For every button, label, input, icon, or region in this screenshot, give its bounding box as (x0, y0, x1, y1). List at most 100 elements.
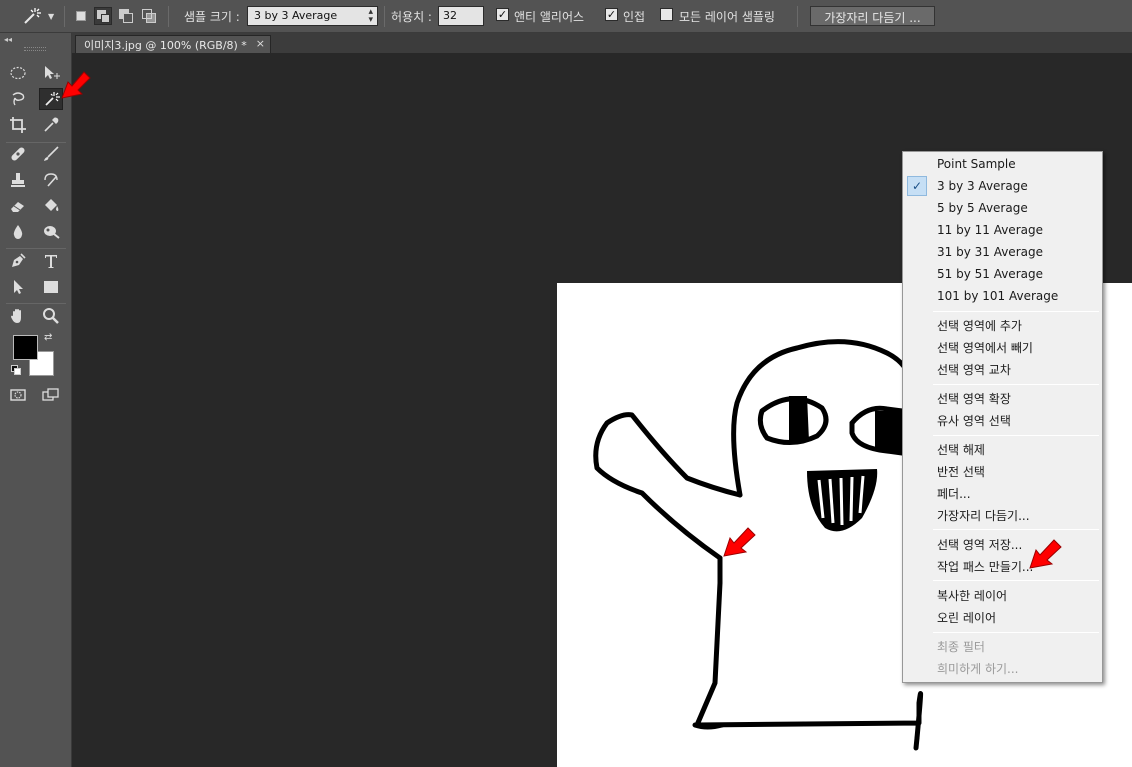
screen-mode-icon (42, 388, 59, 401)
sample-all-layers-label: 모든 레이어 샘플링 (679, 10, 775, 24)
menu-separator (933, 435, 1099, 436)
menu-item-select-similar[interactable]: 유사 영역 선택 (937, 412, 1011, 429)
options-bar: ▼ 샘플 크기 : 3 by 3 Average ▴ ▾ 허용치 : 32 ✓ 앤… (0, 0, 1132, 33)
checkmark-icon: ✓ (497, 8, 508, 21)
menu-separator (933, 580, 1099, 581)
foreground-color-swatch[interactable] (13, 335, 38, 360)
menu-item-point-sample[interactable]: Point Sample (937, 157, 1016, 171)
default-colors-icon[interactable] (11, 365, 21, 375)
menu-item-last-filter: 최종 필터 (937, 640, 985, 654)
magnifier-icon (43, 308, 59, 324)
crop-icon (10, 117, 26, 133)
menu-item-layer-via-cut[interactable]: 오린 레이어 (937, 609, 996, 626)
menu-item-layer-via-copy[interactable]: 복사한 레이어 (937, 587, 1007, 604)
collapse-panel-icon[interactable]: ◂◂ (4, 35, 12, 44)
rectangle-tool[interactable] (39, 276, 63, 298)
hand-icon (11, 309, 21, 323)
menu-item-select-inverse[interactable]: 반전 선택 (937, 463, 985, 480)
menu-item-grow-selection[interactable]: 선택 영역 확장 (937, 390, 1011, 407)
menu-item-101-by-101-average[interactable]: 101 by 101 Average (937, 289, 1058, 303)
checkmark-icon: ✓ (907, 176, 927, 196)
contiguous-checkbox[interactable]: ✓ (605, 8, 618, 21)
menu-item-subtract-from-selection[interactable]: 선택 영역에서 빼기 (937, 339, 1033, 356)
chevron-down-icon: ▼ (48, 12, 55, 21)
menu-separator (933, 632, 1099, 633)
new-selection-icon (76, 11, 86, 21)
eyedropper-icon (44, 117, 59, 132)
blur-tool[interactable] (6, 221, 30, 243)
menu-item-make-work-path[interactable]: 작업 패스 만들기... (937, 558, 1033, 575)
clone-stamp-tool[interactable] (6, 169, 30, 191)
menu-item-51-by-51-average[interactable]: 51 by 51 Average (937, 267, 1043, 281)
menu-item-31-by-31-average[interactable]: 31 by 31 Average (937, 245, 1043, 259)
subtract-from-selection-button[interactable] (117, 7, 135, 25)
bandage-icon (11, 147, 25, 161)
pen-icon (12, 253, 26, 267)
pen-tool[interactable] (6, 250, 30, 272)
menu-item-deselect[interactable]: 선택 해제 (937, 441, 985, 458)
stamp-icon (11, 173, 25, 187)
document-tab-bar: 이미지3.jpg @ 100% (RGB/8) * × (72, 33, 1132, 53)
annotation-arrow-icon (61, 71, 91, 99)
history-brush-tool[interactable] (39, 169, 63, 191)
paint-bucket-tool[interactable] (39, 195, 63, 217)
dodge-icon (44, 226, 60, 239)
dodge-tool[interactable] (39, 221, 63, 243)
tools-panel: ◂◂ ⇄ (0, 33, 72, 767)
close-tab-icon[interactable]: × (256, 37, 265, 50)
magic-wand-icon (24, 8, 41, 24)
annotation-arrow-icon (1029, 539, 1062, 569)
screen-mode-button[interactable] (39, 384, 63, 406)
sample-size-select[interactable]: 3 by 3 Average ▴ ▾ (247, 6, 378, 26)
panel-grip[interactable] (24, 47, 46, 51)
lasso-tool[interactable] (6, 88, 30, 110)
sample-size-label: 샘플 크기 : (184, 10, 240, 24)
checkmark-icon: ✓ (606, 8, 617, 21)
arrow-pointer-icon (14, 280, 23, 294)
document-title: 이미지3.jpg @ 100% (RGB/8) * (84, 39, 247, 52)
tolerance-input[interactable]: 32 (438, 6, 484, 26)
paint-bucket-icon (45, 199, 59, 211)
anti-alias-checkbox[interactable]: ✓ (496, 8, 509, 21)
eraser-tool[interactable] (6, 195, 30, 217)
menu-item-fade: 희미하게 하기... (937, 662, 1019, 676)
menu-item-11-by-11-average[interactable]: 11 by 11 Average (937, 223, 1043, 237)
annotation-arrow-icon (723, 527, 756, 557)
menu-item-save-selection[interactable]: 선택 영역 저장... (937, 536, 1022, 553)
eyedropper-tool[interactable] (39, 114, 63, 136)
eraser-icon (11, 202, 24, 212)
menu-item-add-to-selection[interactable]: 선택 영역에 추가 (937, 317, 1022, 334)
zoom-tool[interactable] (39, 305, 63, 327)
menu-item-5-by-5-average[interactable]: 5 by 5 Average (937, 201, 1028, 215)
anti-alias-label: 앤티 앨리어스 (514, 10, 585, 24)
sample-size-value: 3 by 3 Average (254, 9, 338, 22)
menu-separator (933, 529, 1099, 530)
sample-all-layers-checkbox[interactable] (660, 8, 673, 21)
brush-tool[interactable] (39, 143, 63, 165)
crop-tool[interactable] (6, 114, 30, 136)
menu-item-intersect-selection[interactable]: 선택 영역 교차 (937, 361, 1011, 378)
context-menu: ✓ Point Sample 3 by 3 Average 5 by 5 Ave… (902, 151, 1103, 683)
hand-tool[interactable] (6, 305, 30, 327)
menu-item-3-by-3-average[interactable]: 3 by 3 Average (937, 179, 1028, 193)
swap-colors-icon[interactable]: ⇄ (44, 332, 52, 343)
droplet-icon (13, 225, 23, 239)
document-tab[interactable]: 이미지3.jpg @ 100% (RGB/8) * × (75, 35, 271, 53)
tool-preset-picker[interactable]: ▼ (18, 5, 58, 27)
healing-brush-tool[interactable] (6, 143, 30, 165)
type-tool[interactable] (39, 250, 63, 272)
contiguous-label: 인접 (623, 10, 646, 24)
menu-item-feather[interactable]: 페더... (937, 485, 971, 502)
marquee-tool[interactable] (6, 62, 30, 84)
quick-mask-button[interactable] (6, 384, 30, 406)
intersect-selection-button[interactable] (140, 7, 158, 25)
path-selection-tool[interactable] (6, 276, 30, 298)
menu-item-refine-edge[interactable]: 가장자리 다듬기... (937, 507, 1030, 524)
updown-arrows-icon: ▴ ▾ (368, 7, 373, 25)
refine-edge-button[interactable]: 가장자리 다듬기 ... (810, 6, 935, 26)
menu-separator (933, 311, 1099, 312)
rectangle-icon (44, 281, 58, 293)
new-selection-button[interactable] (72, 7, 90, 25)
add-to-selection-button[interactable] (94, 7, 112, 25)
lasso-icon (12, 92, 25, 106)
